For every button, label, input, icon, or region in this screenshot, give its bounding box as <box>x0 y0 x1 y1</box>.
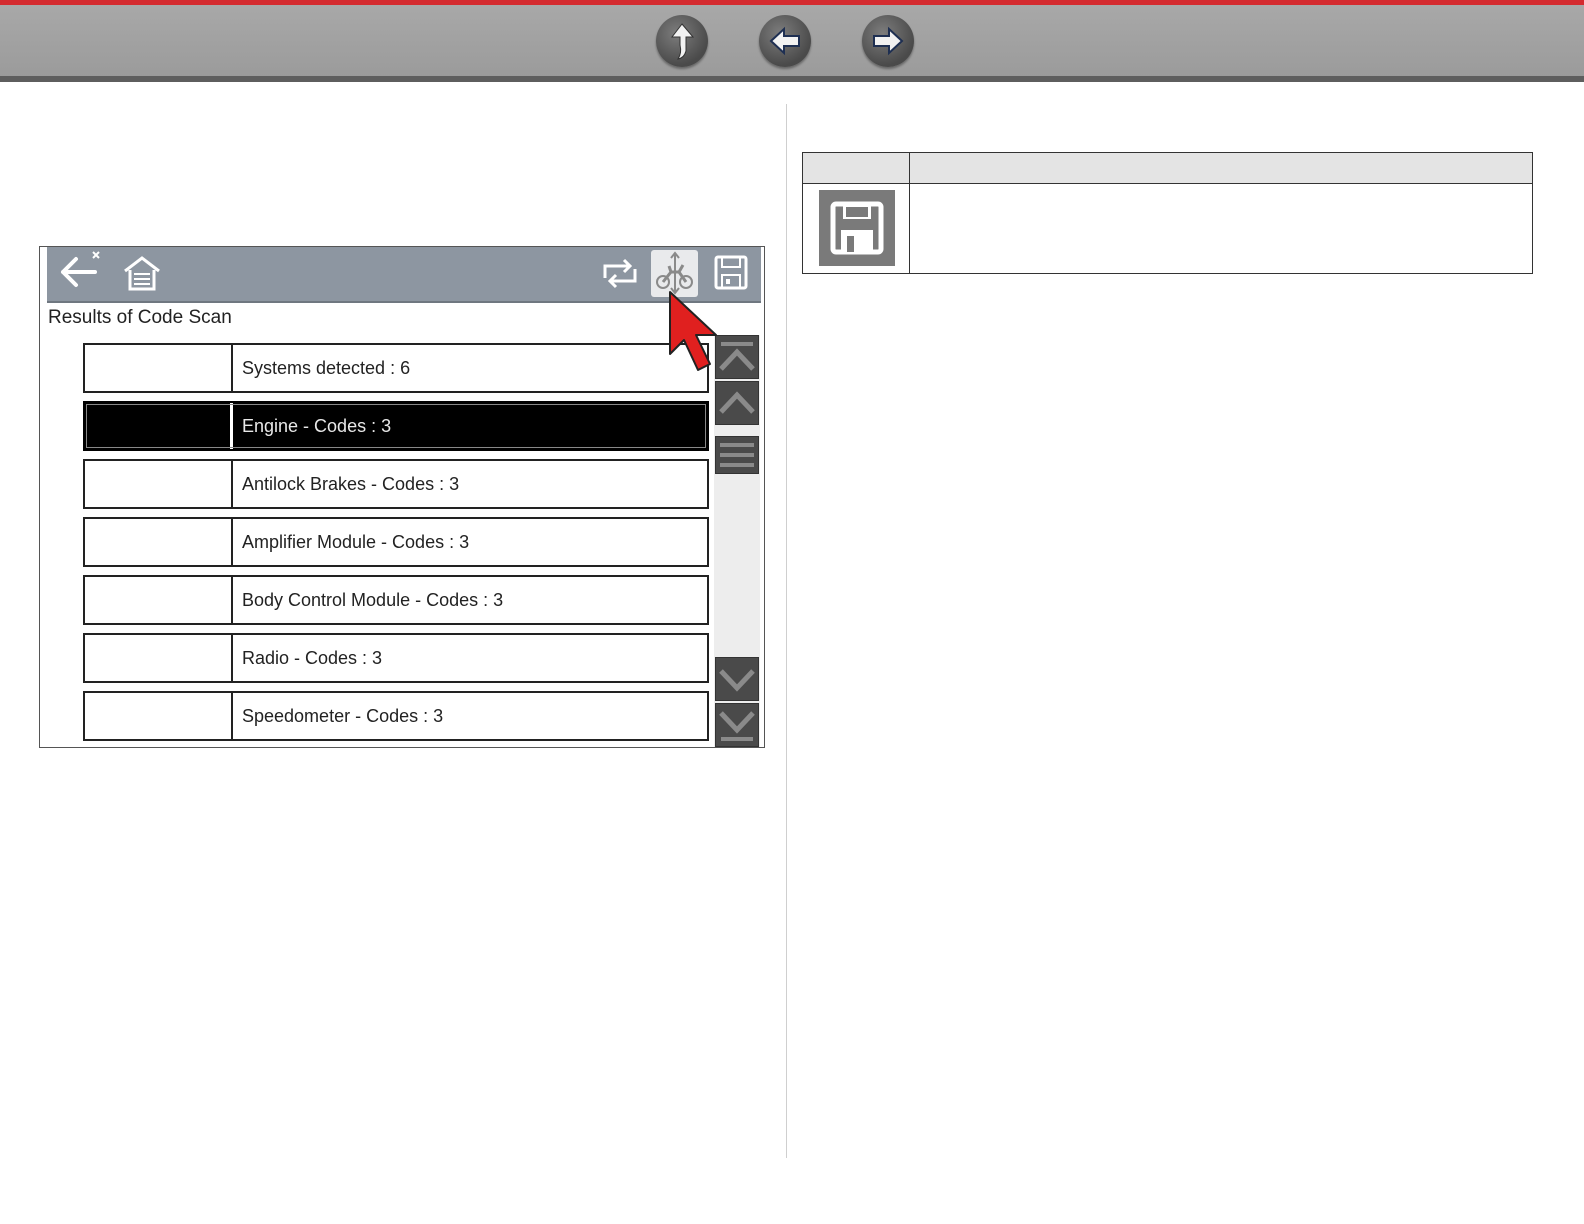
row-left-cell <box>85 519 233 565</box>
scroll-down-button[interactable] <box>715 657 759 701</box>
forward-button[interactable] <box>862 15 914 67</box>
row-label: Engine - Codes : 3 <box>242 416 392 436</box>
row-label: Systems detected : 6 <box>242 358 411 378</box>
scroll-thumb[interactable] <box>715 436 759 474</box>
list-item[interactable]: Antilock Brakes - Codes : 3 <box>83 459 709 509</box>
right-arrow-icon <box>873 26 904 56</box>
save-icon <box>830 201 884 255</box>
device-screen: Results of Code Scan Systems detected : … <box>39 246 765 748</box>
refresh-icon <box>603 258 637 289</box>
device-toolbar <box>47 247 761 303</box>
list-item[interactable]: Amplifier Module - Codes : 3 <box>83 517 709 567</box>
scroll-down-icon <box>719 669 755 692</box>
up-arrow-icon <box>670 23 695 60</box>
row-label: Antilock Brakes - Codes : 3 <box>242 474 460 494</box>
icon-reference-table <box>802 152 1533 274</box>
row-label: Radio - Codes : 3 <box>242 648 383 668</box>
row-left-cell <box>85 577 233 623</box>
back-close-icon <box>61 251 100 287</box>
scroll-menu-icon <box>720 443 754 467</box>
list-item[interactable]: Speedometer - Codes : 3 <box>83 691 709 741</box>
bottom-line <box>0 76 1584 82</box>
screen-title: Results of Code Scan <box>48 307 232 328</box>
back-close-button[interactable] <box>57 247 103 301</box>
scroll-up-icon <box>719 391 755 414</box>
row-label: Body Control Module - Codes : 3 <box>242 590 504 610</box>
row-left-cell <box>85 403 233 449</box>
left-arrow-icon <box>769 26 800 56</box>
row-label: Speedometer - Codes : 3 <box>242 706 444 726</box>
list-item[interactable]: Body Control Module - Codes : 3 <box>83 575 709 625</box>
row-label: Amplifier Module - Codes : 3 <box>242 532 470 552</box>
table-header-row <box>803 153 1532 184</box>
list-item[interactable]: Systems detected : 6 <box>83 343 709 393</box>
list-item-selected[interactable]: Engine - Codes : 3 <box>83 401 709 451</box>
top-navigation-bar <box>0 0 1584 82</box>
back-button[interactable] <box>759 15 811 67</box>
column-divider <box>786 104 787 1158</box>
row-left-cell <box>85 693 233 739</box>
up-button[interactable] <box>656 15 708 67</box>
row-left-cell <box>85 461 233 507</box>
accent-line <box>0 0 1584 5</box>
row-left-cell <box>85 345 233 391</box>
table-column-divider <box>909 153 910 273</box>
refresh-button[interactable] <box>597 247 643 301</box>
pointer-cursor-icon <box>668 290 728 385</box>
garage-home-icon <box>124 256 160 291</box>
row-left-cell <box>85 635 233 681</box>
save-icon-tile <box>819 190 895 266</box>
scroll-bottom-icon <box>719 711 755 741</box>
home-button[interactable] <box>121 247 167 301</box>
list-item[interactable]: Radio - Codes : 3 <box>83 633 709 683</box>
scroll-bottom-button[interactable] <box>715 703 759 747</box>
scroll-up-button[interactable] <box>715 381 759 425</box>
